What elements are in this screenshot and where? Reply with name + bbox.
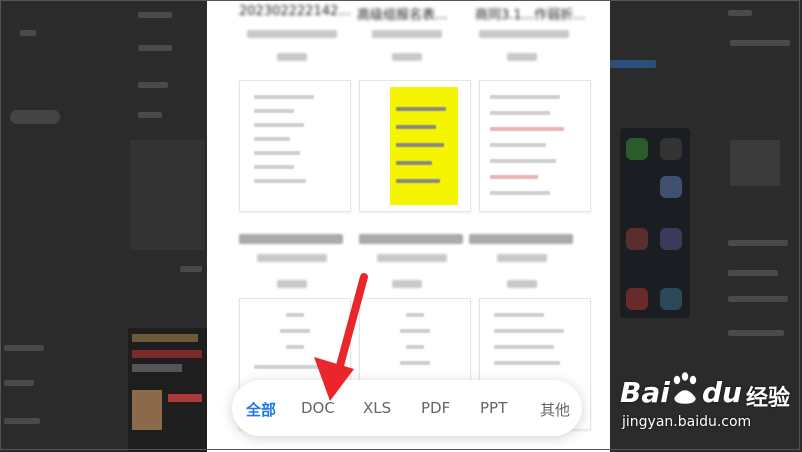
image-border (0, 0, 800, 450)
